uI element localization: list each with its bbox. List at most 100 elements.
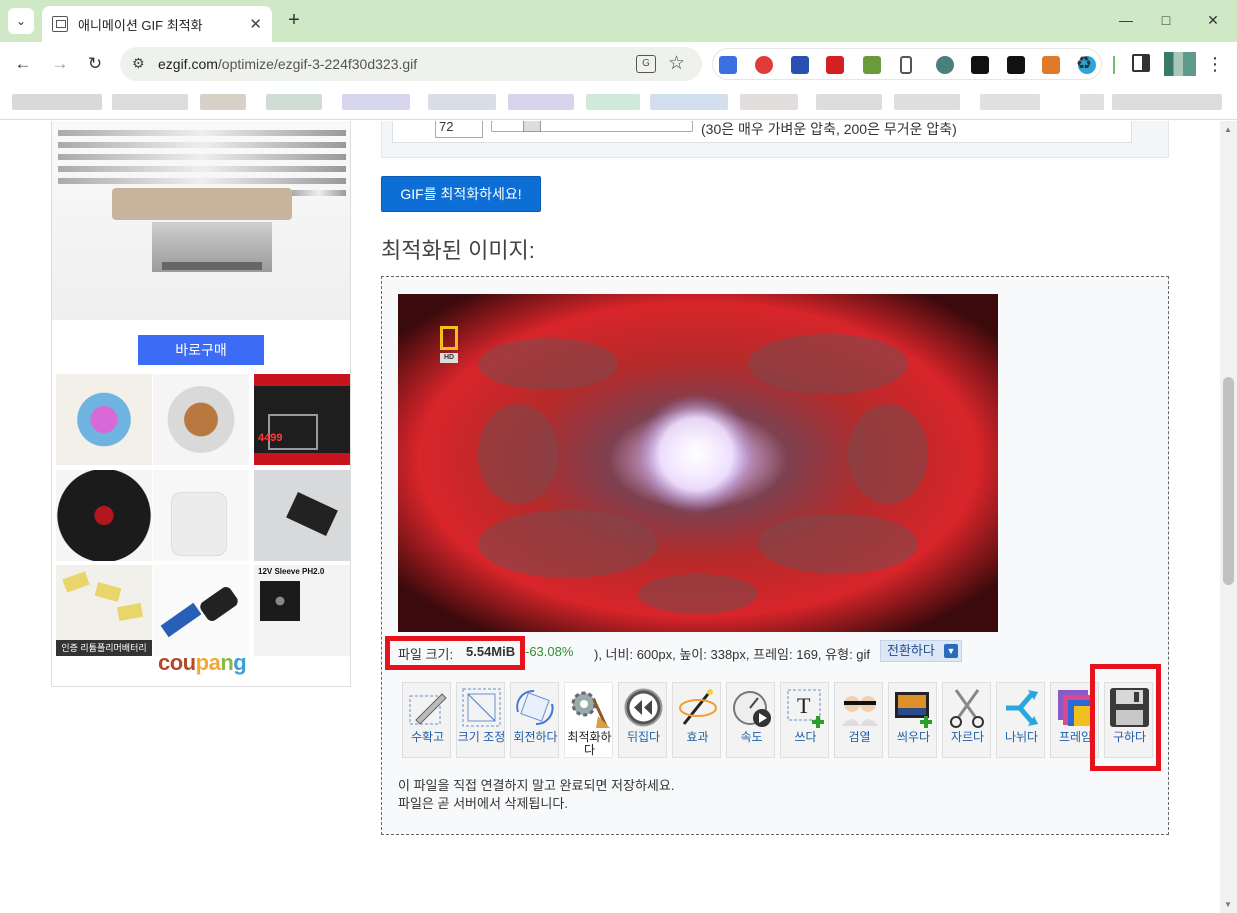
site-info-icon[interactable]: ⚙ <box>132 55 150 73</box>
file-info-line: 파일 크기: 5.54MiB -63.08% ), 너비: 600px, 높이:… <box>382 636 982 670</box>
bookmark-item[interactable] <box>586 94 640 110</box>
ad-filament-thumb[interactable] <box>56 374 152 465</box>
bookmark-item[interactable] <box>894 94 960 110</box>
extension-color-icon[interactable] <box>1042 56 1060 74</box>
ad-module-thumb[interactable] <box>254 470 350 561</box>
buy-now-button[interactable]: 바로구매 <box>138 335 264 365</box>
scroll-up-icon[interactable]: ▲ <box>1224 125 1232 134</box>
tool-split-button[interactable]: 나뉘다 <box>996 682 1045 758</box>
tool-rotate-button[interactable]: 회전하다 <box>510 682 559 758</box>
bookmark-item[interactable] <box>740 94 798 110</box>
optimize-icon <box>571 691 610 728</box>
effects-icon <box>679 689 717 725</box>
ad-printer-thumb[interactable]: 4499 <box>254 374 350 465</box>
ad-purifier-thumb[interactable] <box>153 470 249 561</box>
extensions-puzzle-icon[interactable]: ♻ <box>1076 53 1092 74</box>
tool-censor-button[interactable]: 검열 <box>834 682 883 758</box>
tool-label: 나뉘다 <box>1004 730 1039 744</box>
compression-level-input[interactable]: 72 <box>435 121 483 138</box>
bookmark-item[interactable] <box>508 94 574 110</box>
address-bar[interactable]: ⚙ ezgif.com/optimize/ezgif-3-224f30d323.… <box>120 47 702 81</box>
extension-translate-icon[interactable] <box>719 56 737 74</box>
ad-12v-fan-thumb[interactable]: 12V Sleeve PH2.0 <box>254 565 350 656</box>
tool-label: 검열 <box>848 730 871 744</box>
profile-avatar[interactable] <box>1164 52 1196 76</box>
close-window-button[interactable]: ✕ <box>1199 8 1227 32</box>
extension-openai-icon[interactable] <box>971 56 989 74</box>
tool-reverse-button[interactable]: 뒤집다 <box>618 682 667 758</box>
arrow-right-icon: → <box>51 54 69 73</box>
forward-button[interactable]: → <box>47 52 73 76</box>
tool-cut-button[interactable]: 자르다 <box>942 682 991 758</box>
tab-close-icon[interactable]: ✕ <box>249 15 262 33</box>
bookmark-item[interactable] <box>980 94 1040 110</box>
tool-speed-button[interactable]: 속도 <box>726 682 775 758</box>
convert-button[interactable]: 전환하다 ▼ <box>880 640 962 662</box>
optimize-settings-panel: 72 (30은 매우 가벼운 압축, 200은 무거운 압축) <box>381 121 1169 158</box>
tool-resize-button[interactable]: 크기 조정 <box>456 682 505 758</box>
scroll-down-icon[interactable]: ▼ <box>1224 900 1232 909</box>
maximize-button[interactable]: □ <box>1152 8 1180 32</box>
side-panel-icon[interactable] <box>1132 54 1150 72</box>
bookmark-item[interactable] <box>112 94 188 110</box>
ad-panel[interactable]: 바로구매 4499 인증 리튬폴리머배터리 12V Sleeve PH2.0 c… <box>51 121 351 687</box>
extension-bookmark-icon[interactable] <box>900 56 912 74</box>
tool-optimize-button[interactable]: 최적화하다 <box>564 682 613 758</box>
bookmark-item[interactable] <box>650 94 728 110</box>
ad-12v-label: 12V Sleeve PH2.0 <box>258 567 325 576</box>
extension-pdf-icon[interactable] <box>826 56 844 74</box>
page-scrollbar[interactable]: ▲ ▼ <box>1220 121 1237 913</box>
reverse-icon <box>624 688 663 727</box>
minimize-button[interactable]: — <box>1112 8 1140 32</box>
bookmark-item[interactable] <box>12 94 102 110</box>
result-panel: HD 파일 크기: 5.54MiB -63.08% ), 너비: 600px, … <box>381 276 1169 835</box>
bookmark-item[interactable] <box>816 94 882 110</box>
reload-button[interactable]: ↻ <box>82 52 108 76</box>
kebab-menu-icon[interactable]: ⋮ <box>1206 52 1224 76</box>
tool-label: 최적화하다 <box>567 730 612 757</box>
bookmark-item[interactable] <box>1112 94 1222 110</box>
bookmark-star-icon[interactable]: ☆ <box>668 52 685 75</box>
ad-fan-thumb[interactable] <box>56 470 152 561</box>
page-content: 바로구매 4499 인증 리튬폴리머배터리 12V Sleeve PH2.0 c… <box>0 121 1220 913</box>
bookmark-item[interactable] <box>266 94 322 110</box>
bookmark-item[interactable] <box>200 94 246 110</box>
url-text[interactable]: ezgif.com/optimize/ezgif-3-224f30d323.gi… <box>158 56 417 72</box>
tool-overlay-button[interactable]: 씌우다 <box>888 682 937 758</box>
url-path: /optimize/ezgif-3-224f30d323.gif <box>217 56 418 72</box>
tool-crop-button[interactable]: 수확고 <box>402 682 451 758</box>
ad-cpu-cooler-image[interactable] <box>52 121 350 320</box>
ad-usb-adapter-thumb[interactable] <box>153 565 249 656</box>
arrow-left-icon: ← <box>14 54 32 73</box>
save-button-highlight <box>1090 664 1161 771</box>
convert-label: 전환하다 <box>887 643 935 658</box>
compression-level-slider[interactable] <box>491 121 693 132</box>
extension-red-icon[interactable] <box>755 56 773 74</box>
extension-dark-icon[interactable] <box>1007 56 1025 74</box>
tab-search-button[interactable]: ⌄ <box>8 8 34 34</box>
optimize-gif-button[interactable]: GIF를 최적화하세요! <box>381 176 541 212</box>
coupang-logo[interactable]: coupang <box>158 650 247 676</box>
tool-write-button[interactable]: T 쓰다 <box>780 682 829 758</box>
back-button[interactable]: ← <box>10 52 36 76</box>
bookmark-item[interactable] <box>1080 94 1104 110</box>
ad-cooler-thumb[interactable] <box>153 374 249 465</box>
compression-level-hint: (30은 매우 가벼운 압축, 200은 무거운 압축) <box>701 121 957 137</box>
scrollbar-thumb[interactable] <box>1223 377 1234 585</box>
tool-effects-button[interactable]: 효과 <box>672 682 721 758</box>
ad-battery-thumb[interactable]: 인증 리튬폴리머배터리 <box>56 565 152 656</box>
optimized-gif-preview[interactable]: HD <box>398 294 998 632</box>
extension-leaf-icon[interactable] <box>863 56 881 74</box>
translate-icon[interactable]: G <box>636 55 656 73</box>
extension-download-icon[interactable] <box>791 56 809 74</box>
browser-toolbar: ← → ↻ ⚙ ezgif.com/optimize/ezgif-3-224f3… <box>0 42 1237 86</box>
browser-tab-active[interactable]: 애니메이션 GIF 최적화 ✕ <box>42 6 272 42</box>
write-text-icon: T <box>787 689 824 728</box>
extension-fingerprint-icon[interactable] <box>936 56 954 74</box>
bookmark-item[interactable] <box>428 94 496 110</box>
tool-label: 자르다 <box>950 730 985 744</box>
bookmark-item[interactable] <box>342 94 410 110</box>
slider-thumb[interactable] <box>523 121 541 132</box>
new-tab-button[interactable]: + <box>282 8 306 32</box>
crop-icon <box>409 693 447 725</box>
